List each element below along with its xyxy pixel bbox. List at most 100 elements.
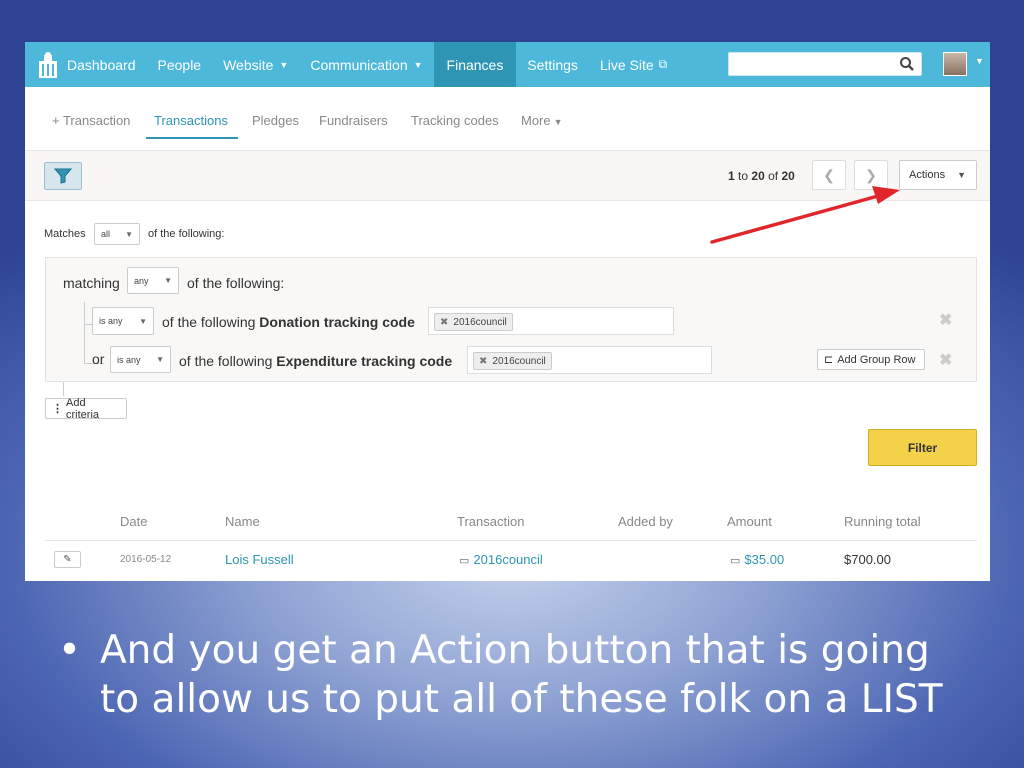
remove-token-icon[interactable]: ✖ — [440, 317, 448, 328]
filter-criteria-panel: Matches all ▼ of the following: matching … — [25, 201, 990, 466]
funnel-icon — [54, 168, 72, 184]
tab-more-label: More — [521, 113, 551, 128]
tracking-code-input[interactable]: ✖ 2016council — [467, 346, 712, 374]
actions-label: Actions — [909, 169, 946, 181]
search-icon[interactable] — [899, 56, 915, 72]
nav-label: Website — [223, 56, 274, 73]
tab-tracking-codes[interactable]: Tracking codes — [411, 113, 499, 128]
chevron-down-icon: ▼ — [125, 229, 133, 239]
nav-website[interactable]: Website ▼ — [212, 42, 299, 87]
column-header[interactable]: Date — [120, 514, 147, 529]
tab-new-transaction[interactable]: + Transaction — [52, 113, 130, 128]
pager-total: 20 — [781, 169, 795, 183]
row-name-link[interactable]: Lois Fussell — [225, 552, 294, 567]
add-criteria-button[interactable]: ⋮ Add criteria — [45, 396, 127, 421]
criteria-group: matching any ▼ of the following: is any ▼ … — [45, 257, 977, 382]
group-matching-select[interactable]: any ▼ — [127, 267, 179, 294]
add-criteria-label: Add criteria — [66, 396, 100, 421]
chevron-down-icon: ▼ — [279, 59, 289, 70]
chevron-down-icon[interactable]: ▼ — [975, 56, 984, 66]
tab-transactions[interactable]: Transactions — [154, 113, 228, 128]
matches-select[interactable]: all ▼ — [94, 223, 140, 245]
list-toolbar: 1 to 20 of 20 ❮ ❯ Actions ▼ — [25, 151, 990, 201]
matches-value: all — [101, 229, 111, 239]
column-header[interactable]: Added by — [618, 514, 673, 529]
tab-pledges[interactable]: Pledges — [252, 113, 299, 128]
amount-label: $35.00 — [744, 552, 785, 567]
criteria-text-pre: of the following — [179, 353, 277, 369]
chevron-down-icon: ▼ — [139, 316, 147, 326]
pager-to-word: to — [738, 169, 749, 183]
nav-label: People — [157, 56, 202, 73]
nav-label: Finances — [446, 56, 504, 73]
app-screenshot: Dashboard People Website ▼ Communication ▼… — [25, 42, 990, 581]
tree-add-icon: ⊏ — [824, 354, 834, 366]
search-input[interactable] — [728, 52, 922, 76]
next-page-button[interactable]: ❯ — [854, 160, 888, 190]
slide-bullet: • And you get an Action button that is g… — [58, 626, 958, 724]
group-of-following-label: of the following: — [187, 275, 285, 291]
nav-people[interactable]: People — [147, 42, 213, 87]
row-transaction-link[interactable]: ▭ 2016council — [459, 552, 543, 567]
chevron-down-icon: ▼ — [553, 117, 563, 127]
tracking-code-token[interactable]: ✖ 2016council — [434, 313, 513, 331]
finance-subtabs: + Transaction Transactions Pledges Fundr… — [25, 87, 990, 151]
filter-button[interactable]: Filter — [868, 429, 977, 466]
tracking-code-token[interactable]: ✖ 2016council — [473, 352, 552, 370]
nav-label: Settings — [527, 56, 578, 73]
column-header[interactable]: Amount — [727, 514, 772, 529]
of-following-label: of the following: — [148, 228, 225, 240]
avatar[interactable] — [943, 52, 967, 76]
column-header[interactable]: Running total — [844, 514, 921, 529]
tab-more[interactable]: More ▼ — [521, 113, 563, 128]
bullet-text: And you get an Action button that is goi… — [100, 628, 943, 722]
operator-value: is any — [99, 316, 123, 326]
actions-button[interactable]: Actions ▼ — [899, 160, 977, 190]
nav-live-site[interactable]: Live Site ⧉ — [589, 42, 678, 87]
nav-finances[interactable]: Finances — [433, 42, 517, 87]
transaction-icon: ▭ — [459, 555, 470, 567]
criteria-operator-select[interactable]: is any ▼ — [92, 307, 154, 335]
column-header[interactable]: Transaction — [457, 514, 524, 529]
criteria-operator-select[interactable]: is any ▼ — [110, 346, 171, 373]
pagination-summary: 1 to 20 of 20 — [728, 169, 795, 183]
column-header[interactable]: Name — [225, 514, 260, 529]
remove-token-icon[interactable]: ✖ — [479, 356, 487, 367]
chevron-down-icon: ▼ — [164, 276, 172, 285]
remove-criteria-icon[interactable]: ✖ — [939, 310, 952, 330]
active-tab-indicator — [146, 137, 238, 139]
token-label: 2016council — [492, 355, 546, 367]
criteria-text-pre: of the following — [162, 314, 260, 330]
card-icon: ▭ — [730, 555, 741, 567]
tracking-code-input[interactable]: ✖ 2016council — [428, 307, 674, 335]
pager-to: 20 — [751, 169, 765, 183]
chevron-down-icon: ▼ — [413, 59, 423, 70]
criteria-text: of the following Donation tracking code — [162, 314, 415, 330]
nav-settings[interactable]: Settings — [516, 42, 589, 87]
nav-label: Live Site — [599, 56, 654, 73]
tab-fundraisers[interactable]: Fundraisers — [319, 113, 388, 128]
pager-from: 1 — [728, 169, 735, 183]
criteria-text: of the following Expenditure tracking co… — [179, 353, 452, 369]
prev-page-button[interactable]: ❮ — [812, 160, 846, 190]
pencil-icon: ✎ — [63, 554, 72, 565]
external-link-icon: ⧉ — [658, 57, 668, 71]
nav-communication[interactable]: Communication ▼ — [299, 42, 433, 87]
token-label: 2016council — [453, 316, 507, 328]
chevron-left-icon: ❮ — [823, 166, 835, 183]
chevron-down-icon: ▼ — [957, 170, 966, 180]
filter-toggle-button[interactable] — [44, 162, 82, 190]
nav-label: Communication — [310, 56, 408, 73]
remove-criteria-icon[interactable]: ✖ — [939, 350, 952, 370]
transaction-label: 2016council — [473, 552, 543, 567]
operator-value: is any — [117, 354, 141, 365]
row-date: 2016-05-12 — [120, 554, 172, 565]
tree-connector — [84, 302, 85, 364]
nav-dashboard[interactable]: Dashboard — [25, 42, 147, 87]
tree-connector — [84, 324, 92, 325]
edit-row-button[interactable]: ✎ — [54, 551, 81, 568]
bullet-dot-icon: • — [58, 628, 82, 673]
group-matching-label: matching — [63, 275, 120, 291]
row-amount-link[interactable]: ▭ $35.00 — [730, 552, 784, 567]
add-group-row-button[interactable]: ⊏ Add Group Row — [817, 349, 925, 370]
